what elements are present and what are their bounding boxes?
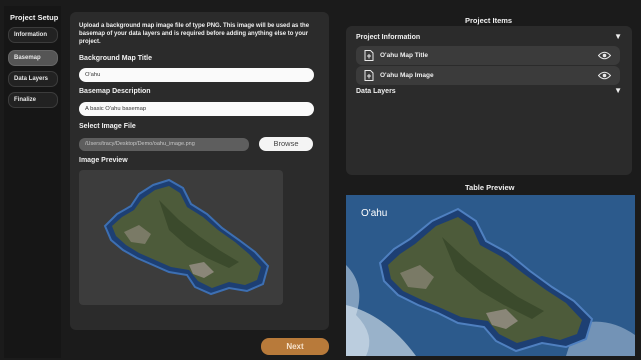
project-items-panel: Project Information ▼ O'ahu Map Title O'… xyxy=(346,26,632,175)
map-title-overlay: O'ahu xyxy=(361,208,388,219)
basemap-panel: Upload a background map image file of ty… xyxy=(70,12,329,330)
image-preview-label: Image Preview xyxy=(79,157,128,164)
basemap-description-label: Basemap Description xyxy=(79,88,151,95)
map-title-input[interactable]: O'ahu xyxy=(79,68,314,82)
project-item-map-image[interactable]: O'ahu Map Image xyxy=(356,66,620,85)
file-icon xyxy=(364,50,374,61)
table-preview-map[interactable]: O'ahu xyxy=(346,195,635,356)
table-preview-title: Table Preview xyxy=(465,183,515,192)
map-title-label: Background Map Title xyxy=(79,55,152,62)
basemap-description-input[interactable]: A basic O'ahu basemap xyxy=(79,102,314,116)
caret-down-icon[interactable]: ▼ xyxy=(614,32,622,41)
project-setup-sidebar: Project Setup Information Basemap Data L… xyxy=(4,6,61,358)
island-preview-image xyxy=(103,178,270,296)
file-icon xyxy=(364,70,374,81)
step-basemap[interactable]: Basemap xyxy=(8,50,58,66)
sidebar-title: Project Setup xyxy=(10,13,59,22)
project-information-section[interactable]: Project Information xyxy=(356,34,420,41)
file-path-field[interactable]: /Users/tracy/Desktop/Demo/oahu_image.png xyxy=(79,138,249,151)
select-image-file-label: Select Image File xyxy=(79,123,136,130)
eye-icon[interactable] xyxy=(598,71,611,80)
project-item-map-title[interactable]: O'ahu Map Title xyxy=(356,46,620,65)
next-button[interactable]: Next xyxy=(261,338,329,355)
basemap-instructions: Upload a background map image file of ty… xyxy=(79,23,310,45)
project-items-title: Project Items xyxy=(465,16,513,25)
item-label: O'ahu Map Image xyxy=(380,72,434,79)
data-layers-section[interactable]: Data Layers xyxy=(356,88,396,95)
step-data-layers[interactable]: Data Layers xyxy=(8,71,58,87)
caret-down-icon[interactable]: ▼ xyxy=(614,86,622,95)
eye-icon[interactable] xyxy=(598,51,611,60)
item-label: O'ahu Map Title xyxy=(380,52,429,59)
step-finalize[interactable]: Finalize xyxy=(8,92,58,108)
basemap-image xyxy=(346,195,635,356)
browse-button[interactable]: Browse xyxy=(259,137,313,151)
image-preview xyxy=(79,170,283,305)
step-information[interactable]: Information xyxy=(8,27,58,43)
